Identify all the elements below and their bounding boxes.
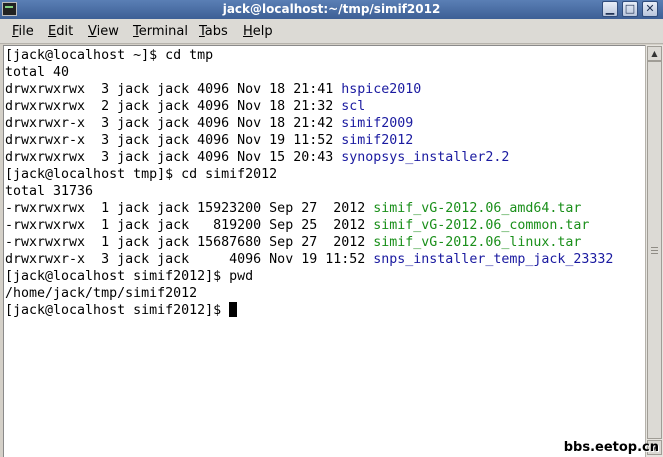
terminal-text: drwxrwxrwx 3 jack jack 4096 Nov 15 20:43: [5, 150, 342, 165]
terminal-text: drwxrwxrwx 3 jack jack 4096 Nov 18 21:41: [5, 82, 342, 97]
minimize-button[interactable]: ▁: [602, 1, 618, 17]
terminal-line: /home/jack/tmp/simif2012: [5, 285, 613, 302]
terminal-text: drwxrwxr-x 3 jack jack 4096 Nov 18 21:42: [5, 116, 342, 131]
terminal-line: [jack@localhost tmp]$ cd simif2012: [5, 166, 613, 183]
terminal-line: drwxrwxrwx 3 jack jack 4096 Nov 18 21:41…: [5, 81, 613, 98]
terminal-text: -rwxrwxrwx 1 jack jack 15923200 Sep 27 2…: [5, 201, 374, 216]
menu-file[interactable]: File: [12, 24, 34, 39]
archive-file-name: simif_vG-2012.06_common.tar: [373, 218, 590, 233]
terminal-text: [jack@localhost simif2012]$ pwd: [5, 269, 254, 284]
maximize-button[interactable]: □: [622, 1, 638, 17]
menu-bar: File Edit View Terminal Tabs Help: [0, 19, 663, 44]
terminal-line: [jack@localhost simif2012]$: [5, 302, 613, 319]
terminal-line: [jack@localhost simif2012]$ pwd: [5, 268, 613, 285]
terminal-output[interactable]: [jack@localhost ~]$ cd tmp total 40 drwxrw…: [3, 45, 645, 457]
menu-tabs[interactable]: Tabs: [199, 24, 228, 39]
title-bar[interactable]: jack@localhost:~/tmp/simif2012 ▁ □ ✕: [0, 0, 663, 19]
terminal-line: drwxrwxrwx 2 jack jack 4096 Nov 18 21:32…: [5, 98, 613, 115]
terminal-text: [jack@localhost tmp]$ cd simif2012: [5, 167, 278, 182]
menu-help[interactable]: Help: [243, 24, 273, 39]
vertical-scrollbar[interactable]: ▲ ▼: [645, 45, 663, 457]
terminal-line: -rwxrwxrwx 1 jack jack 15923200 Sep 27 2…: [5, 200, 613, 217]
directory-name: simif2009: [341, 116, 414, 131]
text-cursor: [229, 302, 238, 317]
directory-name: snps_installer_temp_jack_23332: [373, 252, 614, 267]
terminal-text: /home/jack/tmp/simif2012: [5, 286, 198, 301]
scroll-thumb[interactable]: [647, 61, 662, 439]
terminal-text: drwxrwxr-x 3 jack jack 4096 Nov 19 11:52: [5, 252, 374, 267]
directory-name: simif2012: [341, 133, 414, 148]
watermark: bbs.eetop.cn: [563, 440, 659, 455]
terminal-text: -rwxrwxrwx 1 jack jack 15687680 Sep 27 2…: [5, 235, 374, 250]
terminal-line: drwxrwxr-x 3 jack jack 4096 Nov 19 11:52…: [5, 251, 613, 268]
terminal-text: total 40: [5, 65, 70, 80]
archive-file-name: simif_vG-2012.06_linux.tar: [373, 235, 582, 250]
terminal-line: drwxrwxr-x 3 jack jack 4096 Nov 18 21:42…: [5, 115, 613, 132]
terminal-text: [jack@localhost simif2012]$: [5, 303, 230, 318]
terminal-text: [jack@localhost ~]$ cd tmp: [5, 48, 214, 63]
grip-line: [651, 247, 658, 248]
scroll-up-arrow-icon[interactable]: ▲: [647, 46, 662, 61]
directory-name: synopsys_installer2.2: [341, 150, 510, 165]
terminal-line: -rwxrwxrwx 1 jack jack 15687680 Sep 27 2…: [5, 234, 613, 251]
grip-line: [651, 253, 658, 254]
directory-name: scl: [341, 99, 366, 114]
directory-name: hspice2010: [341, 82, 422, 97]
window-title: jack@localhost:~/tmp/simif2012: [222, 2, 441, 16]
terminal-line: total 31736: [5, 183, 613, 200]
terminal-window: jack@localhost:~/tmp/simif2012 ▁ □ ✕ Fil…: [0, 0, 663, 457]
archive-file-name: simif_vG-2012.06_amd64.tar: [373, 201, 582, 216]
terminal-text: drwxrwxrwx 2 jack jack 4096 Nov 18 21:32: [5, 99, 342, 114]
terminal-text: drwxrwxr-x 3 jack jack 4096 Nov 19 11:52: [5, 133, 342, 148]
terminal-lines: [jack@localhost ~]$ cd tmp total 40 drwxrw…: [5, 47, 613, 319]
terminal-line: drwxrwxrwx 3 jack jack 4096 Nov 15 20:43…: [5, 149, 613, 166]
terminal-line: total 40: [5, 64, 613, 81]
terminal-line: [jack@localhost ~]$ cd tmp: [5, 47, 613, 64]
terminal-line: -rwxrwxrwx 1 jack jack 819200 Sep 25 201…: [5, 217, 613, 234]
menu-view[interactable]: View: [88, 24, 119, 39]
grip-line: [651, 250, 658, 251]
menu-terminal[interactable]: Terminal: [133, 24, 188, 39]
close-button[interactable]: ✕: [642, 1, 658, 17]
terminal-text: total 31736: [5, 184, 94, 199]
terminal-line: drwxrwxr-x 3 jack jack 4096 Nov 19 11:52…: [5, 132, 613, 149]
terminal-text: -rwxrwxrwx 1 jack jack 819200 Sep 25 201…: [5, 218, 374, 233]
menu-edit[interactable]: Edit: [48, 24, 73, 39]
